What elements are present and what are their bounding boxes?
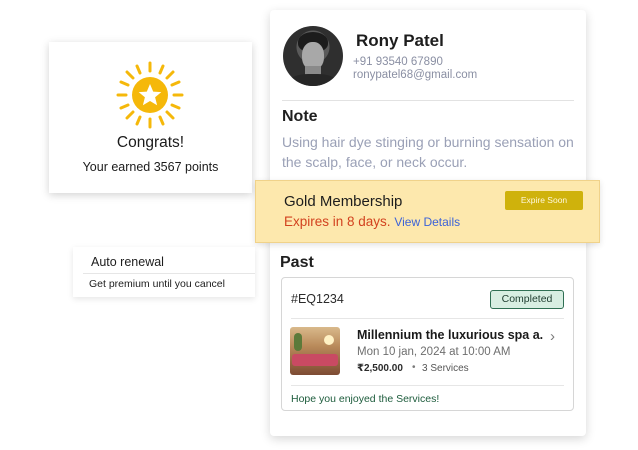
user-phone[interactable]: +91 93540 67890 bbox=[353, 56, 443, 68]
expire-soon-badge: Expire Soon bbox=[505, 191, 583, 210]
booking-datetime: Mon 10 jan, 2024 at 10:00 AM bbox=[357, 346, 511, 358]
sun-star-icon bbox=[116, 61, 184, 129]
booking-services: 3 Services bbox=[422, 363, 469, 374]
status-badge: Completed bbox=[490, 290, 564, 309]
auto-renewal-title: Auto renewal bbox=[91, 255, 164, 269]
view-details-link[interactable]: View Details bbox=[394, 215, 460, 229]
auto-renewal-divider bbox=[83, 273, 255, 274]
past-title: Past bbox=[280, 254, 314, 271]
booking-price: ₹2,500.00 bbox=[357, 363, 403, 374]
booking-divider bbox=[291, 318, 564, 319]
booking-id: #EQ1234 bbox=[291, 292, 344, 306]
profile-divider bbox=[282, 100, 574, 101]
spa-name[interactable]: Millennium the luxurious spa a... bbox=[357, 328, 543, 342]
user-email[interactable]: ronypatel68@gmail.com bbox=[353, 69, 477, 81]
membership-expiry: Expires in 8 days. View Details bbox=[284, 214, 460, 229]
chevron-right-icon[interactable]: › bbox=[550, 328, 555, 345]
membership-title: Gold Membership bbox=[284, 193, 403, 210]
congrats-points-text: Your earned 3567 points bbox=[82, 160, 219, 174]
congrats-card: Congrats! Your earned 3567 points bbox=[49, 42, 252, 193]
membership-banner: Gold Membership Expires in 8 days. View … bbox=[255, 180, 600, 243]
booking-divider bbox=[291, 385, 564, 386]
note-text: Using hair dye stinging or burning sensa… bbox=[282, 134, 574, 170]
separator-dot: • bbox=[412, 362, 416, 373]
booking-message: Hope you enjoyed the Services! bbox=[291, 393, 440, 405]
user-name: Rony Patel bbox=[356, 31, 444, 50]
membership-expiry-text: Expires in 8 days. bbox=[284, 214, 391, 229]
auto-renewal-card[interactable]: Auto renewal Get premium until you cance… bbox=[73, 247, 255, 297]
note-title: Note bbox=[282, 108, 318, 125]
avatar[interactable] bbox=[283, 26, 343, 86]
booking-card[interactable]: #EQ1234 Completed Millennium the luxurio… bbox=[281, 277, 574, 411]
congrats-title: Congrats! bbox=[116, 134, 185, 151]
spa-thumbnail bbox=[290, 327, 340, 375]
auto-renewal-subtitle: Get premium until you cancel bbox=[89, 278, 225, 290]
